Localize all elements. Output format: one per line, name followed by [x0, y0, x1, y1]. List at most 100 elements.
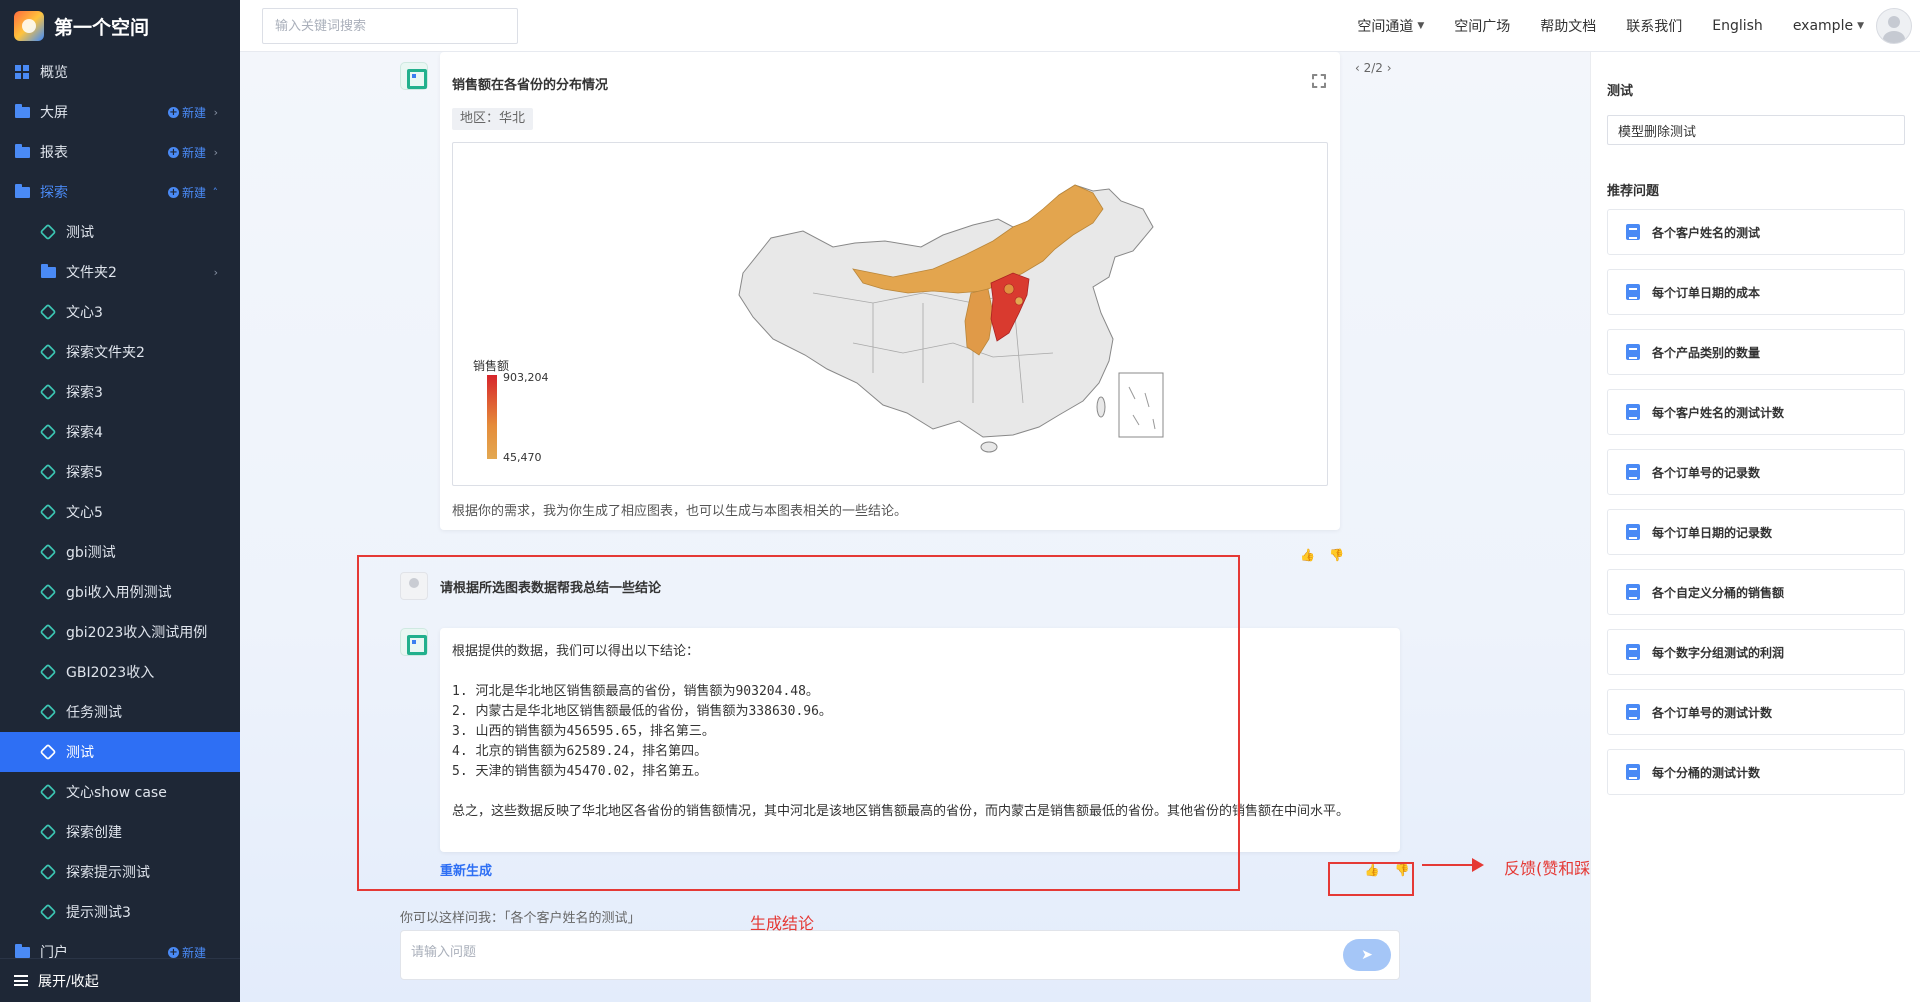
region-filter-tag[interactable]: 地区：华北 — [452, 108, 534, 130]
recommended-question[interactable]: 每个订单日期的成本 — [1607, 269, 1905, 315]
chevron-right-icon[interactable]: › — [214, 266, 218, 279]
nav-space-channel[interactable]: 空间通道 ▼ — [1357, 16, 1424, 36]
explore-icon — [39, 823, 57, 841]
explore-icon — [39, 303, 57, 321]
document-icon — [1626, 704, 1640, 720]
chevron-right-icon[interactable]: › — [214, 146, 218, 159]
suggested-question[interactable]: 你可以这样问我：「各个客户姓名的测试」 — [400, 907, 641, 926]
map-chart: 销售额 903,204 45,470 — [452, 142, 1328, 486]
chart-pager[interactable]: ‹ 2/2 › — [1355, 61, 1392, 75]
sidebar-item-label: 门户 — [40, 945, 68, 958]
document-icon — [1626, 584, 1640, 600]
thumb-down-icon[interactable]: 👎 — [1329, 548, 1358, 562]
send-icon: ➤ — [1361, 947, 1373, 963]
china-map — [738, 184, 1164, 453]
map-region-hainan — [980, 441, 998, 453]
sidebar-item-label: 报表 — [40, 145, 68, 161]
sidebar-subitem[interactable]: 提示测试3 — [0, 892, 240, 932]
recommended-question[interactable]: 各个客户姓名的测试 — [1607, 209, 1905, 255]
fullscreen-icon[interactable] — [1312, 74, 1326, 88]
sidebar-subitem[interactable]: 文心show case — [0, 772, 240, 812]
recommended-question[interactable]: 每个客户姓名的测试计数 — [1607, 389, 1905, 435]
sidebar-item-label: 探索 — [40, 185, 68, 201]
explore-icon — [39, 223, 57, 241]
sidebar-item-explore[interactable]: 探索 + 新建 ˄ — [0, 172, 240, 212]
sidebar-item-portal[interactable]: 门户 + 新建 — [0, 932, 240, 958]
sidebar-subitem[interactable]: 探索5 — [0, 452, 240, 492]
nav-space-square[interactable]: 空间广场 — [1454, 16, 1510, 36]
document-icon — [1626, 764, 1640, 780]
thumb-up-icon[interactable]: 👍 — [1300, 548, 1329, 562]
sidebar-subitem[interactable]: 文心3 — [0, 292, 240, 332]
legend-min-value: 45,470 — [503, 451, 542, 464]
new-report-button[interactable]: + 新建 — [167, 144, 206, 161]
recommended-question[interactable]: 各个产品类别的数量 — [1607, 329, 1905, 375]
map-south-china-sea-inset — [1118, 372, 1164, 438]
sidebar-toggle[interactable]: 展开/收起 — [0, 958, 240, 1002]
user-avatar[interactable] — [1876, 8, 1912, 44]
sidebar-item-bigscreen[interactable]: 大屏 + 新建 › — [0, 92, 240, 132]
sidebar-subitem[interactable]: 探索3 — [0, 372, 240, 412]
sidebar-menu: 概览 大屏 + 新建 › 报表 + 新建 › 探索 + 新建 ˄ 测试 文件夹2 › 文… — [0, 52, 240, 958]
sidebar-subitem[interactable]: 任务测试 — [0, 692, 240, 732]
send-button[interactable]: ➤ — [1343, 939, 1391, 971]
chevron-right-icon[interactable]: › — [1383, 61, 1392, 75]
explore-icon — [39, 863, 57, 881]
chevron-left-icon[interactable]: ‹ — [1355, 61, 1364, 75]
sidebar-subitem[interactable]: 测试 — [0, 212, 240, 252]
document-icon — [1626, 644, 1640, 660]
sidebar-subitem[interactable]: gbi2023收入测试用例 — [0, 612, 240, 652]
nav-contact-us[interactable]: 联系我们 — [1626, 16, 1682, 36]
search-input[interactable] — [262, 8, 518, 44]
sidebar-subitem[interactable]: 探索提示测试 — [0, 852, 240, 892]
sidebar-subitem[interactable]: 探索创建 — [0, 812, 240, 852]
recommended-question[interactable]: 每个分桶的测试计数 — [1607, 749, 1905, 795]
recommended-question[interactable]: 每个数字分组测试的利润 — [1607, 629, 1905, 675]
chart-note: 根据你的需求，我为你生成了相应图表，也可以生成与本图表相关的一些结论。 — [452, 504, 908, 519]
nav-help-docs[interactable]: 帮助文档 — [1540, 16, 1596, 36]
legend-gradient[interactable] — [487, 375, 497, 459]
sidebar-item-label: 概览 — [40, 65, 68, 81]
recommended-question[interactable]: 每个订单日期的记录数 — [1607, 509, 1905, 555]
sidebar-item-report[interactable]: 报表 + 新建 › — [0, 132, 240, 172]
sidebar-subitem[interactable]: gbi测试 — [0, 532, 240, 572]
annotation-generate-box — [357, 555, 1240, 891]
folder-icon — [14, 183, 30, 199]
question-input[interactable] — [411, 945, 1311, 960]
document-icon — [1626, 524, 1640, 540]
explore-icon — [39, 343, 57, 361]
sidebar-subitem[interactable]: gbi收入用例测试 — [0, 572, 240, 612]
recommended-question[interactable]: 各个订单号的记录数 — [1607, 449, 1905, 495]
legend-max-value: 903,204 — [503, 371, 549, 384]
sidebar-subitem-active[interactable]: 测试 — [0, 732, 240, 772]
sidebar-item-overview[interactable]: 概览 — [0, 52, 240, 92]
sidebar-subitem[interactable]: 探索文件夹2 — [0, 332, 240, 372]
model-input[interactable] — [1607, 115, 1905, 145]
caret-down-icon: ▼ — [1857, 21, 1864, 31]
new-portal-button[interactable]: + 新建 — [167, 944, 206, 958]
nav-user-menu[interactable]: example ▼ — [1793, 18, 1864, 34]
sidebar-subitem[interactable]: 文心5 — [0, 492, 240, 532]
explore-icon — [39, 583, 57, 601]
sidebar-subitem[interactable]: GBI2023收入 — [0, 652, 240, 692]
plus-icon: + — [167, 146, 179, 158]
annotation-feedback-label: 反馈(赞和踩) — [1504, 859, 1597, 878]
chevron-right-icon[interactable]: › — [214, 106, 218, 119]
recommended-question[interactable]: 各个自定义分桶的销售额 — [1607, 569, 1905, 615]
question-input-box: ➤ — [400, 930, 1400, 980]
map-region-tianjin — [1014, 296, 1024, 306]
explore-icon — [39, 903, 57, 921]
new-explore-button[interactable]: + 新建 — [167, 184, 206, 201]
sidebar-subitem[interactable]: 探索4 — [0, 412, 240, 452]
caret-down-icon: ▼ — [1417, 21, 1425, 31]
new-bigscreen-button[interactable]: + 新建 — [167, 104, 206, 121]
chart-feedback-actions: 👍👎 — [1300, 548, 1358, 562]
nav-language[interactable]: English — [1712, 18, 1763, 34]
recommended-question[interactable]: 各个订单号的测试计数 — [1607, 689, 1905, 735]
chart-title: 销售额在各省份的分布情况 — [452, 78, 609, 93]
sidebar-subitem-folder[interactable]: 文件夹2 › — [0, 252, 240, 292]
folder-icon — [14, 143, 30, 159]
explore-icon — [39, 703, 57, 721]
sidebar: 第一个空间 概览 大屏 + 新建 › 报表 + 新建 › 探索 + 新建 ˄ 测试 文… — [0, 0, 240, 1002]
chevron-up-icon[interactable]: ˄ — [213, 186, 219, 199]
